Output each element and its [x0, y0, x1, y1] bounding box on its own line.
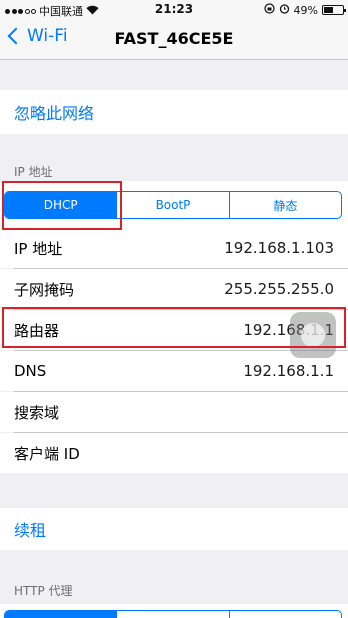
ip-section-header: IP 地址: [14, 165, 53, 179]
proxy-segment-off[interactable]: [5, 611, 117, 618]
lock-rotation-icon: [263, 3, 275, 17]
client-id-label: 客户端 ID: [14, 444, 80, 463]
dns-label: DNS: [14, 362, 47, 380]
proxy-segment-container: [0, 604, 348, 618]
navigation-bar: Wi-Fi FAST_46CE5E: [0, 20, 348, 60]
battery-percent: 49%: [293, 3, 318, 17]
status-bar: 中国联通 21:23 49%: [0, 0, 348, 20]
alarm-icon: [279, 3, 290, 17]
proxy-segment-manual[interactable]: [116, 611, 228, 618]
assistive-touch-icon: [301, 323, 325, 347]
segment-bootp[interactable]: BootP: [116, 192, 228, 218]
segment-dhcp[interactable]: DHCP: [5, 192, 117, 218]
detail-row-ip-address: IP 地址 192.168.1.103: [0, 228, 348, 268]
forget-network-label: 忽略此网络: [14, 104, 95, 123]
router-label: 路由器: [14, 321, 60, 340]
ip-address-label: IP 地址: [14, 239, 63, 258]
detail-row-subnet-mask: 子网掩码 255.255.255.0: [0, 269, 348, 309]
renew-lease-label: 续租: [14, 521, 47, 540]
battery-icon: [322, 5, 346, 15]
forget-network-button[interactable]: 忽略此网络: [0, 90, 348, 134]
proxy-segment-auto[interactable]: [228, 611, 341, 618]
assistive-touch-button[interactable]: [290, 312, 336, 358]
search-domain-label: 搜索域: [14, 403, 60, 422]
segment-static[interactable]: 静态: [228, 192, 341, 218]
page-title: FAST_46CE5E: [114, 29, 234, 48]
http-proxy-header: HTTP 代理: [14, 584, 73, 598]
renew-lease-button[interactable]: 续租: [0, 508, 348, 550]
dns-value[interactable]: 192.168.1.1: [243, 362, 334, 380]
subnet-mask-value: 255.255.255.0: [224, 280, 334, 298]
detail-row-client-id[interactable]: 客户端 ID: [0, 433, 348, 473]
subnet-mask-label: 子网掩码: [14, 280, 75, 299]
detail-row-search-domain[interactable]: 搜索域: [0, 392, 348, 432]
ip-mode-segmented-control[interactable]: DHCP BootP 静态: [4, 191, 342, 219]
ip-address-value: 192.168.1.103: [224, 239, 334, 257]
proxy-segmented-control[interactable]: [4, 610, 342, 618]
